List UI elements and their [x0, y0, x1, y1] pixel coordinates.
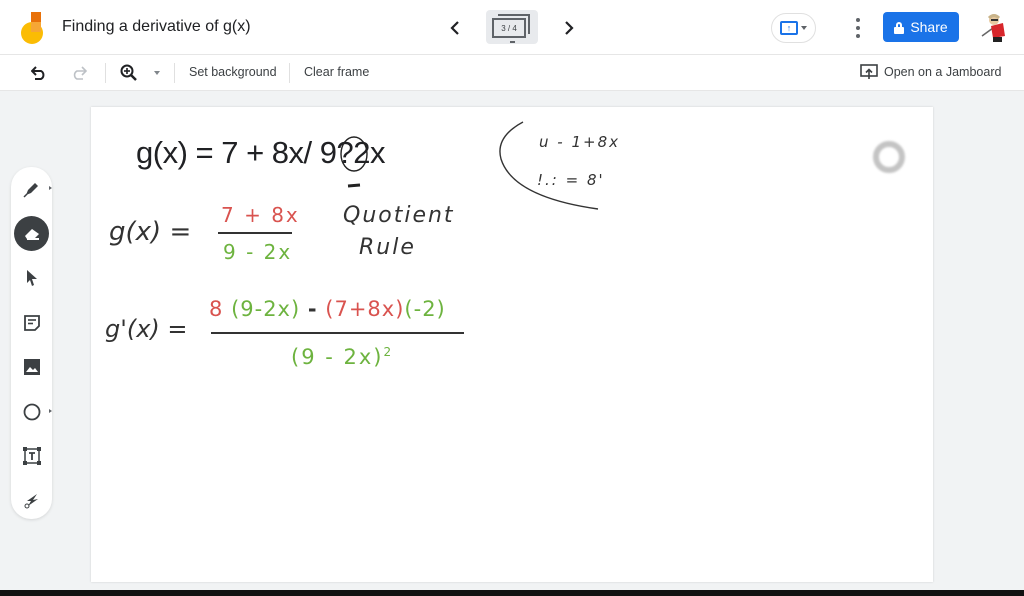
next-frame-button[interactable]: [555, 14, 583, 42]
derivative-denominator: (9 - 2x)2: [291, 345, 393, 369]
numerator-term-9-2x: (9-2x): [231, 297, 301, 321]
pen-icon: [22, 182, 38, 198]
cursor-icon: [26, 269, 37, 286]
clear-frame-button[interactable]: Clear frame: [304, 65, 369, 79]
numerator-term-8: 8: [209, 297, 224, 321]
tool-text-box[interactable]: [14, 438, 49, 473]
divider: [174, 63, 175, 83]
present-button[interactable]: ↑: [771, 13, 816, 43]
present-icon: ↑: [780, 21, 798, 35]
numerator-term-7-8x: (7+8x): [325, 297, 405, 321]
circle-icon: [23, 403, 40, 420]
zoom-in-icon: [120, 64, 137, 81]
share-button[interactable]: Share: [883, 12, 959, 42]
fraction-bar: [218, 232, 292, 234]
side-scribble-line1: u - 1+8x: [539, 133, 620, 151]
undo-icon: [31, 66, 45, 80]
chevron-left-icon: [450, 21, 459, 35]
whiteboard-canvas[interactable]: g(x) = 7 + 8x/ 9?2x g(x) = 7 + 8x 9 - 2x…: [91, 107, 933, 582]
jamboard-logo: [21, 12, 43, 44]
frame-expand-indicator: [510, 41, 515, 43]
divider: [105, 63, 106, 83]
kebab-dot: [856, 26, 860, 30]
side-scribble-bracket: [499, 121, 599, 210]
laser-icon: [24, 493, 38, 508]
share-label: Share: [910, 19, 948, 35]
question-mark-circle: [340, 136, 368, 188]
top-bar: Finding a derivative of g(x) 3 / 4 ↑ Sha…: [0, 0, 1024, 55]
zoom-dropdown[interactable]: [146, 62, 168, 84]
text-box-icon: [22, 446, 41, 465]
avatar[interactable]: [978, 10, 1012, 44]
bottom-edge: [0, 590, 1024, 596]
lock-icon: [894, 21, 905, 34]
denominator-base: (9 - 2x): [291, 345, 384, 369]
tool-sticky-note[interactable]: [14, 305, 49, 340]
tool-eraser[interactable]: [14, 216, 49, 251]
caret-down-icon: [154, 71, 160, 75]
open-on-jamboard-button[interactable]: Open on a Jamboard: [860, 64, 1001, 80]
zoom-button[interactable]: [118, 62, 140, 84]
sticky-note-icon: [23, 314, 40, 331]
numerator-minus: -: [307, 297, 318, 321]
expand-arrow-icon: [49, 409, 52, 413]
redo-button[interactable]: [68, 62, 90, 84]
side-scribble-line2: !.: = 8': [537, 171, 605, 189]
divider: [289, 63, 290, 83]
derivative-numerator: 8 (9-2x) - (7+8x)(-2): [209, 297, 446, 321]
caret-down-icon: [801, 26, 807, 30]
tool-select[interactable]: [14, 260, 49, 295]
kebab-dot: [856, 18, 860, 22]
previous-frame-button[interactable]: [441, 14, 469, 42]
tool-image[interactable]: [14, 349, 49, 384]
cast-to-jamboard-icon: [860, 64, 878, 79]
derivative-fraction-bar: [211, 332, 464, 334]
frame-bar-toggle[interactable]: 3 / 4: [486, 10, 538, 44]
undo-button[interactable]: [28, 62, 50, 84]
tool-palette: [11, 167, 52, 519]
open-on-jamboard-label: Open on a Jamboard: [884, 65, 1002, 79]
handwritten-numerator: 7 + 8x: [221, 203, 300, 227]
document-title[interactable]: Finding a derivative of g(x): [62, 18, 251, 36]
frame-indicator: 3 / 4: [492, 18, 526, 38]
handwritten-g-prime: g'(x) =: [105, 315, 188, 343]
more-options-button[interactable]: [852, 16, 864, 40]
numerator-term-neg2: (-2): [404, 297, 446, 321]
redo-icon: [73, 66, 87, 80]
handwritten-denominator: 9 - 2x: [223, 240, 293, 264]
handwritten-g-of-x: g(x) =: [109, 217, 192, 247]
set-background-button[interactable]: Set background: [189, 65, 277, 79]
kebab-dot: [856, 34, 860, 38]
chevron-right-icon: [565, 21, 574, 35]
handwritten-note-quotient: Quotient: [343, 203, 455, 228]
tool-laser[interactable]: [14, 482, 49, 517]
eraser-icon: [24, 228, 39, 240]
tool-shape[interactable]: [14, 394, 52, 429]
image-icon: [23, 358, 40, 375]
eraser-cursor: [873, 141, 905, 173]
tool-pen[interactable]: [14, 171, 52, 206]
expand-arrow-icon: [49, 186, 52, 190]
handwritten-note-rule: Rule: [359, 235, 416, 260]
denominator-exponent: 2: [383, 345, 394, 359]
toolbar: Set background Clear frame Open on a Jam…: [0, 55, 1024, 91]
